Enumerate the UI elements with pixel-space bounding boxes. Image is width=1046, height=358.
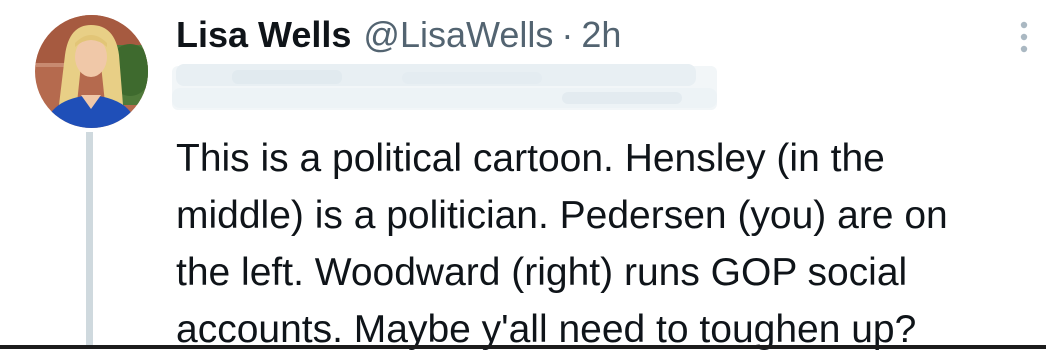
thread-connector-line [86, 132, 93, 349]
timestamp[interactable]: 2h [581, 12, 621, 58]
divider [0, 345, 1046, 349]
author-handle[interactable]: @LisaWells [363, 12, 553, 58]
avatar[interactable] [35, 15, 148, 128]
tweet-text: This is a political cartoon. Hensley (in… [176, 137, 948, 351]
redacted-content [172, 62, 717, 112]
author-name[interactable]: Lisa Wells [176, 12, 351, 58]
avatar-image [35, 15, 148, 128]
more-options-button[interactable] [1010, 18, 1038, 56]
tweet-header: Lisa Wells @LisaWells · 2h [176, 12, 621, 58]
tweet[interactable]: Lisa Wells @LisaWells · 2h This is a pol… [0, 0, 1046, 351]
vertical-ellipsis-icon [1020, 21, 1028, 53]
separator-dot: · [561, 14, 574, 55]
